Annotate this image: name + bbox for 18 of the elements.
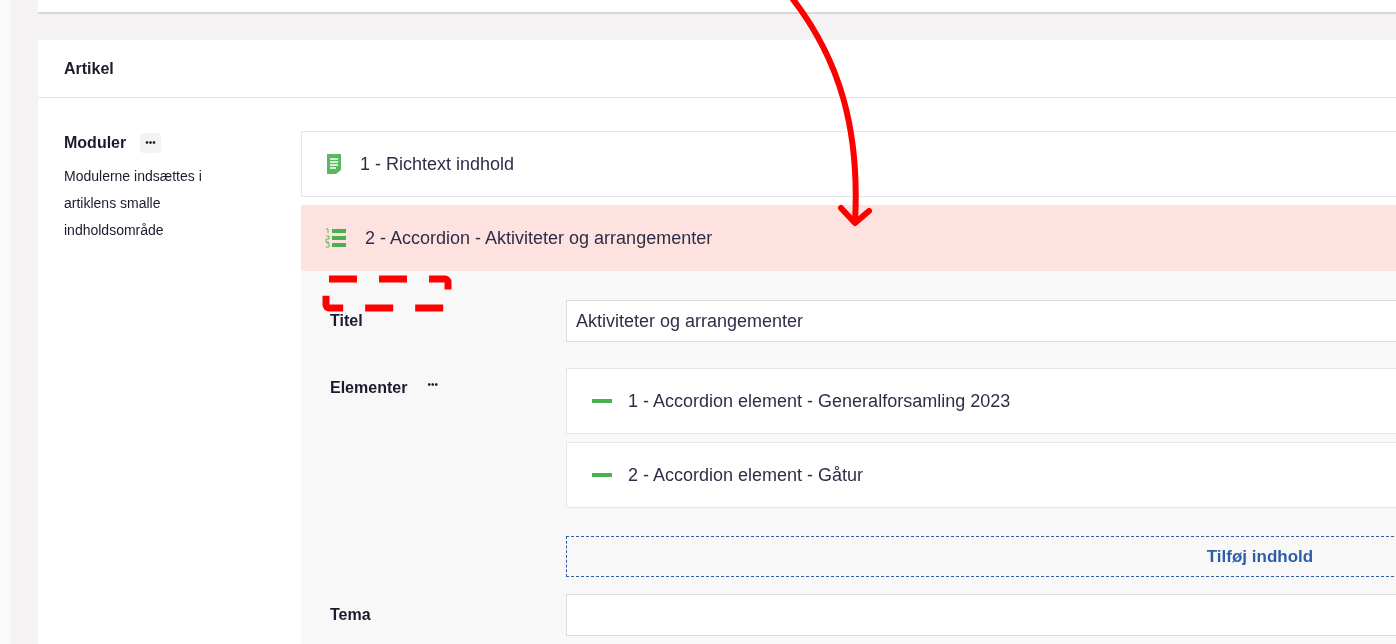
module-item[interactable]: 2 - Accordion - Aktiviteter og arrangementer	[301, 205, 1396, 271]
minus-icon	[592, 473, 612, 477]
accordion-element[interactable]: 2 - Accordion element - Gåtur	[566, 442, 1396, 508]
numbered-list-icon	[325, 228, 347, 248]
field-label: Tema	[330, 606, 371, 623]
more-button[interactable]: •••	[427, 376, 438, 394]
more-button[interactable]: •••	[140, 133, 161, 153]
field-label: Moduler	[64, 133, 127, 153]
field-label: Elementer	[330, 378, 408, 398]
field-description: Modulerne indsættes i artiklens smalle indholdsområde	[64, 167, 203, 240]
module-item[interactable]: 1 - Richtext indhold	[301, 131, 1396, 197]
minus-icon	[592, 399, 612, 403]
title-input[interactable]: Aktiviteter og arrangementer	[566, 300, 1396, 342]
add-content-button[interactable]: Tilføj indhold	[566, 536, 1396, 577]
document-icon	[326, 153, 342, 175]
field-label: Titel	[330, 312, 363, 329]
accordion-element[interactable]: 1 - Accordion element - Generalforsamling 2023	[566, 368, 1396, 434]
section-title: Artikel	[64, 58, 114, 79]
